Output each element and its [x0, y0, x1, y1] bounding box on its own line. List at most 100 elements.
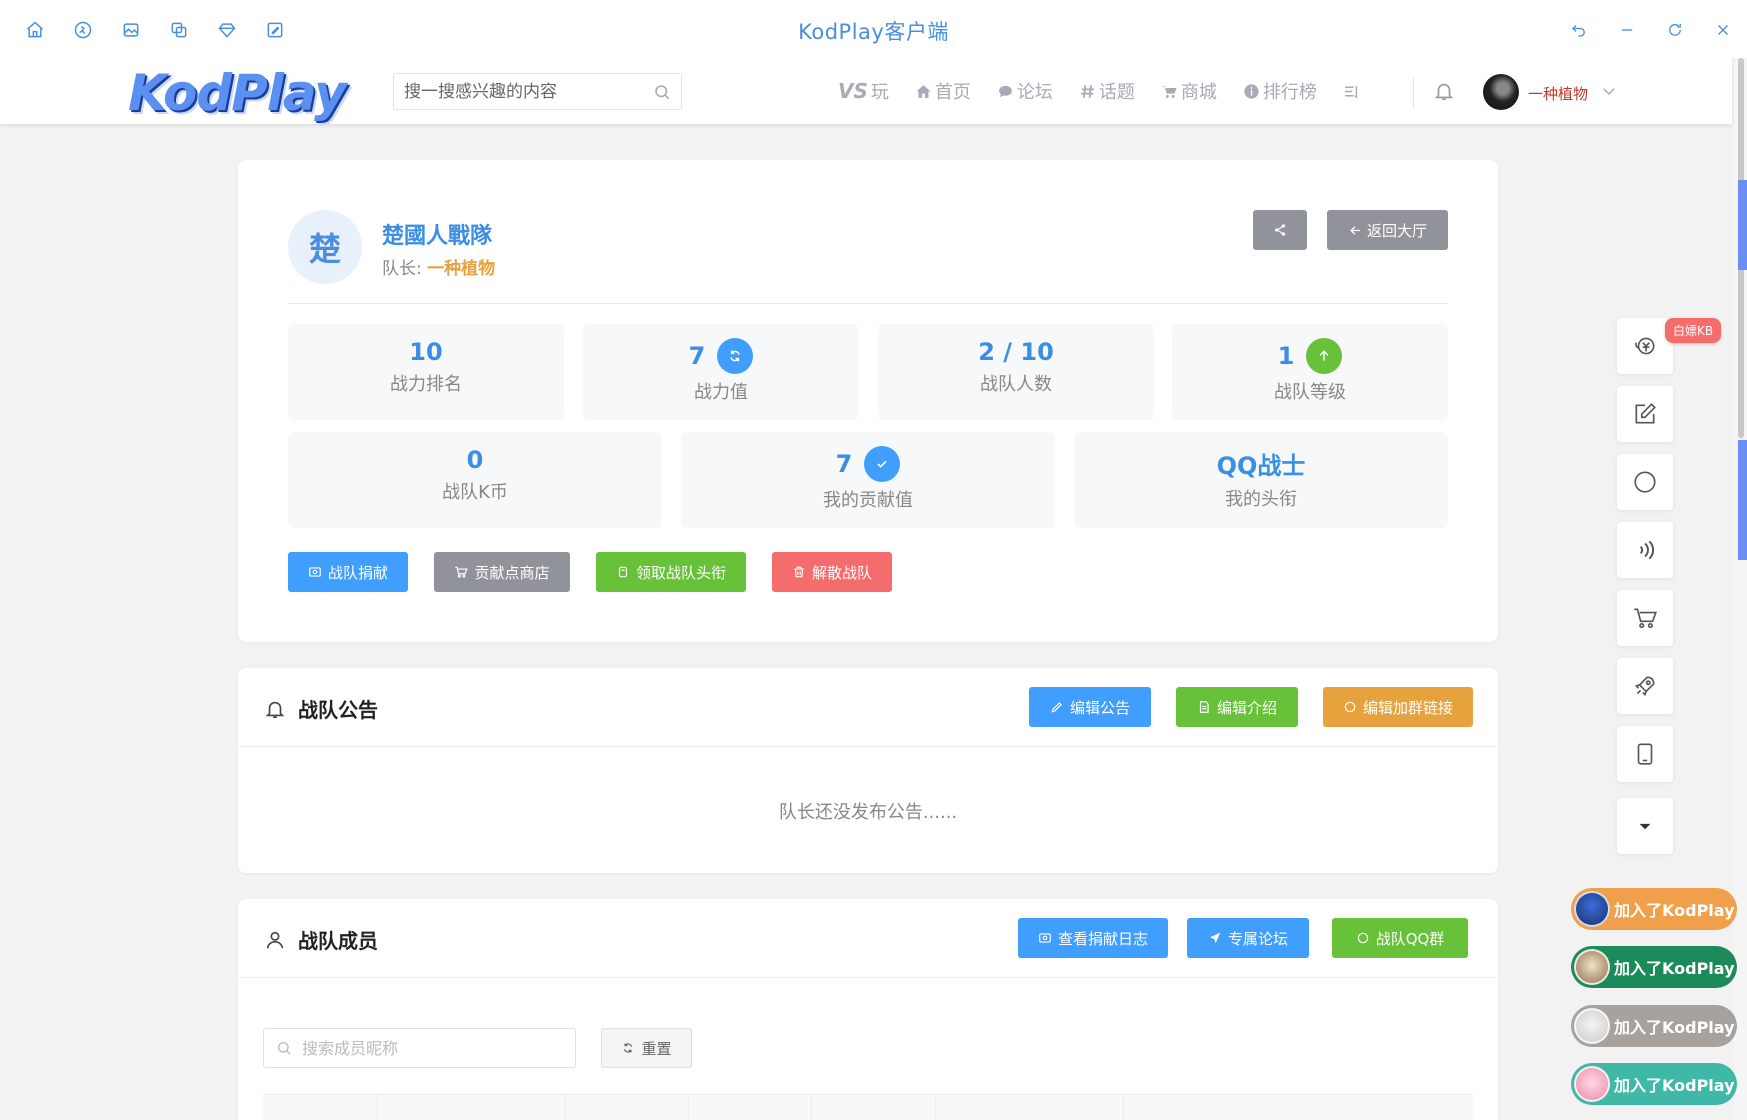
nav-item-label: 玩 — [870, 82, 889, 103]
write-post-button[interactable] — [1617, 386, 1673, 442]
table-column — [688, 1095, 689, 1120]
button-label: 查看捐献日志 — [1057, 929, 1148, 948]
stat-value: QQ战士 — [1216, 452, 1306, 480]
search-icon[interactable] — [653, 83, 671, 101]
kodplay-logo[interactable]: KodPlay — [128, 64, 347, 122]
view-donation-log-button[interactable]: 查看捐献日志 — [1018, 918, 1168, 958]
leader-name[interactable]: 一种植物 — [427, 259, 495, 279]
reset-button[interactable]: 重置 — [601, 1028, 692, 1068]
search-input[interactable] — [394, 74, 634, 109]
donate-button[interactable]: 战队捐献 — [288, 552, 408, 592]
user-name[interactable]: 一种植物 — [1528, 83, 1588, 104]
search-box[interactable] — [393, 73, 682, 110]
rocket-button[interactable] — [1617, 658, 1673, 714]
nav-item-ranking[interactable]: 排行榜 — [1243, 78, 1317, 104]
nav-item-topics[interactable]: 话题 — [1079, 78, 1135, 104]
nav-item-label: 论坛 — [1016, 82, 1053, 103]
section-title: 战队成员 — [264, 925, 378, 954]
window-title: KodPlay客户端 — [798, 20, 949, 44]
nav-item-label: 商城 — [1180, 82, 1217, 103]
signal-waves-icon — [1639, 540, 1654, 560]
stat-member-count: 2 / 10 战队人数 — [878, 324, 1154, 420]
undo-icon[interactable] — [1555, 18, 1603, 42]
info-circle-icon — [1244, 83, 1259, 99]
arrow-up-badge-icon[interactable] — [1306, 338, 1343, 374]
coin-chat-icon — [1635, 337, 1655, 355]
user-avatar[interactable] — [1483, 74, 1519, 110]
disband-team-button[interactable]: 解散战队 — [772, 552, 892, 592]
join-toast[interactable]: 加入了KodPlay — [1571, 1063, 1737, 1105]
chevron-down-icon[interactable] — [1600, 82, 1618, 100]
pencil-icon — [1051, 702, 1062, 713]
section-title: 战队公告 — [264, 694, 378, 723]
member-search-box[interactable] — [263, 1028, 576, 1068]
refresh-badge-icon[interactable] — [717, 338, 754, 374]
medal-icon — [618, 566, 628, 578]
button-label: 编辑介绍 — [1216, 698, 1277, 717]
close-icon[interactable] — [1699, 18, 1747, 42]
mobile-button[interactable] — [1617, 726, 1673, 782]
refresh-icon[interactable] — [1651, 18, 1699, 42]
back-label: 返回大厅 — [1366, 221, 1427, 240]
contribution-shop-button[interactable]: 贡献点商店 — [434, 552, 570, 592]
share-button[interactable] — [1253, 210, 1307, 250]
toast-text: 加入了KodPlay — [1614, 901, 1735, 920]
nav-item-store[interactable]: 商城 — [1161, 78, 1217, 104]
nav-item-home[interactable]: 首页 — [915, 78, 971, 104]
announcement-card: 战队公告 编辑公告 编辑介绍 编辑加群链接 队长还没发布公告...... — [238, 668, 1498, 873]
scroll-accent-bottom — [1738, 440, 1747, 560]
nav-item-forum[interactable]: 论坛 — [997, 78, 1053, 104]
minimize-icon[interactable] — [1603, 18, 1651, 42]
shop-button[interactable] — [1617, 590, 1673, 646]
edit-intro-button[interactable]: 编辑介绍 — [1176, 687, 1298, 727]
home-icon — [916, 84, 931, 98]
member-search-input[interactable] — [264, 1029, 534, 1067]
user-icon — [266, 931, 284, 948]
message-button[interactable] — [1617, 454, 1673, 510]
members-header: 战队成员 查看捐献日志 专属论坛 战队QQ群 — [238, 899, 1498, 978]
members-card: 战队成员 查看捐献日志 专属论坛 战队QQ群 重置 — [238, 899, 1498, 1120]
divider — [288, 303, 1448, 304]
button-label: 编辑加群链接 — [1362, 698, 1453, 717]
toast-avatar — [1574, 1008, 1610, 1044]
join-toast[interactable]: 加入了KodPlay — [1571, 888, 1737, 930]
back-to-lobby-button[interactable]: 返回大厅 — [1327, 210, 1448, 250]
earn-kb-badge[interactable]: 白嫖KB — [1665, 318, 1722, 343]
broadcast-button[interactable] — [1617, 522, 1673, 578]
exclusive-forum-button[interactable]: 专属论坛 — [1187, 918, 1309, 958]
stat-value: 10 — [409, 338, 443, 366]
caret-down-icon — [1639, 823, 1651, 830]
check-badge-icon[interactable] — [864, 446, 901, 482]
nav-bar: KodPlay VS 玩 首页 论坛 话题 商城 排行榜 — [0, 58, 1732, 124]
edit-icon — [1635, 403, 1656, 424]
share-icon — [1275, 224, 1285, 236]
nav-item-more[interactable] — [1343, 83, 1360, 100]
document-icon — [1199, 701, 1209, 713]
stat-power-rank: 10 战力排名 — [288, 324, 564, 420]
nav-divider — [1413, 78, 1414, 108]
stat-value: 1 — [1277, 342, 1295, 370]
button-label: 编辑公告 — [1069, 698, 1130, 717]
join-toast[interactable]: 加入了KodPlay — [1571, 1005, 1737, 1047]
search-icon — [278, 1042, 291, 1055]
toast-text: 加入了KodPlay — [1614, 959, 1735, 978]
nav-item-vs[interactable]: VS 玩 — [838, 78, 889, 104]
team-avatar: 楚 — [288, 210, 362, 284]
toast-avatar — [1574, 1066, 1610, 1102]
scroll-down-button[interactable] — [1617, 798, 1673, 854]
stat-value: 2 / 10 — [978, 338, 1054, 366]
cart-icon — [1634, 608, 1658, 629]
announcement-empty-text: 队长还没发布公告...... — [778, 802, 958, 823]
edit-group-link-button[interactable]: 编辑加群链接 — [1323, 687, 1473, 727]
table-column — [935, 1095, 936, 1120]
button-label: 专属论坛 — [1227, 929, 1288, 948]
arrow-left-icon — [1350, 225, 1360, 235]
join-toast[interactable]: 加入了KodPlay — [1571, 946, 1737, 988]
stat-value: 7 — [688, 342, 706, 370]
stat-label: 战队人数 — [980, 374, 1052, 395]
claim-title-button[interactable]: 领取战队头衔 — [596, 552, 746, 592]
edit-notice-button[interactable]: 编辑公告 — [1029, 687, 1151, 727]
bell-icon[interactable] — [1433, 80, 1455, 102]
section-title-text: 战队公告 — [298, 698, 378, 722]
team-qq-group-button[interactable]: 战队QQ群 — [1332, 918, 1468, 958]
